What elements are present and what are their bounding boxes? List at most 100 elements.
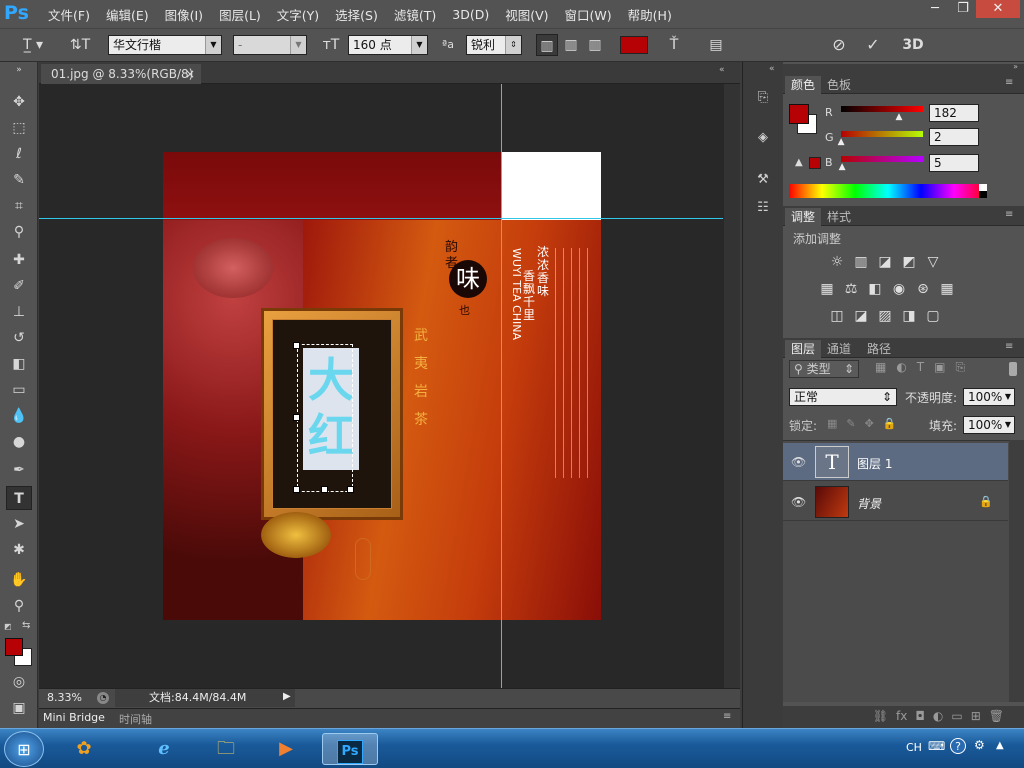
menu-filter[interactable]: 滤镜(T) (386, 5, 444, 24)
foreground-color-swatch[interactable] (5, 638, 23, 656)
eye-icon[interactable]: 👁 (791, 455, 806, 469)
3d-mode-button[interactable]: 3D (898, 34, 928, 56)
close-tab-icon[interactable]: × (185, 64, 195, 84)
dodge-tool-icon[interactable]: ● (6, 430, 32, 454)
g-input[interactable]: 2 (929, 128, 979, 146)
hand-tool-icon[interactable]: ✋ (6, 568, 32, 592)
path-select-tool-icon[interactable]: ➤ (6, 512, 32, 536)
layers-scrollbar[interactable] (1009, 440, 1024, 702)
gradient-map-icon[interactable]: ▢ (923, 307, 943, 325)
font-family-select[interactable]: 华文行楷 ▼ (108, 35, 222, 55)
levels-icon[interactable]: ▥ (851, 253, 871, 271)
filter-toggle[interactable] (1009, 362, 1017, 376)
quick-mask-icon[interactable]: ◎ (6, 670, 32, 694)
3d-panel-icon[interactable]: ◈ (749, 126, 777, 150)
exposure-icon[interactable]: ◩ (899, 253, 919, 271)
adjustment-layer-icon[interactable]: ◐ (933, 709, 943, 728)
play-arrow-icon[interactable]: ▶ (283, 691, 291, 702)
b-slider[interactable] (841, 156, 923, 162)
r-slider[interactable] (841, 106, 923, 112)
new-group-icon[interactable]: ▭ (951, 709, 962, 728)
add-mask-icon[interactable]: ◘ (915, 709, 925, 728)
vertical-scrollbar[interactable] (724, 84, 740, 688)
text-orientation-icon[interactable]: ⇅T (68, 34, 92, 56)
black-white-icon[interactable]: ◧ (865, 280, 885, 298)
clone-stamp-tool-icon[interactable]: ⊥ (6, 300, 32, 324)
type-tool-icon[interactable]: T (6, 486, 32, 510)
help-icon[interactable]: ? (950, 738, 966, 754)
r-slider-knob[interactable]: ▲ (896, 112, 903, 122)
antialias-select[interactable]: 锐利 ⇕ (466, 35, 522, 55)
status-info-icon[interactable]: ◔ (97, 692, 109, 704)
layer-name[interactable]: 图层 1 (857, 455, 892, 472)
layer-row[interactable]: 👁 背景 🔒 (783, 483, 1008, 521)
panel-menu-icon[interactable]: ≡ (1005, 341, 1013, 352)
blur-tool-icon[interactable]: 💧 (6, 404, 32, 428)
default-colors-icon[interactable]: ◩ (4, 622, 16, 632)
align-center-icon[interactable]: ▥ (560, 34, 582, 56)
new-layer-icon[interactable]: ⊞ (971, 709, 981, 728)
transform-handle[interactable] (293, 342, 300, 349)
brightness-icon[interactable]: ☼ (827, 253, 847, 271)
transform-handle[interactable] (347, 486, 354, 493)
blend-mode-select[interactable]: 正常 ⇕ (789, 388, 897, 406)
menu-image[interactable]: 图像(I) (157, 5, 211, 24)
cancel-icon[interactable]: ⊘ (826, 34, 852, 56)
canvas-area[interactable]: 大红 武夷岩茶 韵者 味 也 浓浓香味 香飘千里 WUYI TEA CHINA (39, 84, 740, 688)
ramp-white[interactable] (979, 184, 987, 191)
properties-icon[interactable]: ☷ (749, 196, 777, 220)
hue-saturation-icon[interactable]: ▦ (817, 280, 837, 298)
explorer-folder-icon[interactable]: 🗀 (204, 733, 248, 765)
opacity-input[interactable]: 100% ▼ (963, 388, 1015, 406)
menu-window[interactable]: 窗口(W) (557, 5, 620, 24)
marquee-tool-icon[interactable]: ⬚ (6, 116, 32, 140)
tab-paths[interactable]: 路径 (861, 340, 897, 358)
b-slider-knob[interactable]: ▲ (839, 162, 846, 172)
screen-mode-icon[interactable]: ▣ (6, 696, 32, 720)
link-layers-icon[interactable]: ⛓ (873, 709, 888, 728)
eraser-tool-icon[interactable]: ◧ (6, 352, 32, 376)
warp-text-icon[interactable]: Ť (662, 34, 686, 56)
expand-icon[interactable]: « (769, 64, 775, 74)
crop-tool-icon[interactable]: ⌗ (6, 194, 32, 218)
brush-tool-icon[interactable]: ✐ (6, 274, 32, 298)
keyboard-icon[interactable]: ⌨ (928, 739, 945, 753)
photoshop-taskbar-button[interactable]: Ps (322, 733, 378, 765)
settings-icon[interactable]: ⚙ (974, 738, 985, 752)
menu-3d[interactable]: 3D(D) (444, 7, 497, 22)
align-right-icon[interactable]: ▥ (584, 34, 606, 56)
vertical-guide[interactable] (501, 84, 502, 688)
g-slider[interactable] (841, 131, 923, 137)
menu-view[interactable]: 视图(V) (497, 5, 556, 24)
lock-icons[interactable]: ▦✎✥🔒 (827, 417, 906, 430)
invert-icon[interactable]: ◫ (827, 307, 847, 325)
history-brush-tool-icon[interactable]: ↺ (6, 326, 32, 350)
text-color-swatch[interactable] (620, 36, 648, 54)
fill-input[interactable]: 100% ▼ (963, 416, 1015, 434)
collapse-icon[interactable]: » (1013, 62, 1018, 71)
eyedropper-tool-icon[interactable]: ⚲ (6, 220, 32, 244)
color-balance-icon[interactable]: ⚖ (841, 280, 861, 298)
tab-mini-bridge[interactable]: Mini Bridge (43, 711, 105, 724)
fg-color-box[interactable] (789, 104, 809, 124)
tab-styles[interactable]: 样式 (821, 208, 857, 226)
tab-layers[interactable]: 图层 (785, 340, 822, 358)
zoom-level[interactable]: 8.33% (47, 691, 82, 704)
gamut-swatch[interactable] (809, 157, 821, 169)
zoom-tool-icon[interactable]: ⚲ (6, 594, 32, 618)
text-bounding-box[interactable] (297, 344, 353, 492)
show-hidden-icons-icon[interactable]: ▲ (996, 740, 1004, 751)
tab-timeline[interactable]: 时间轴 (119, 711, 152, 727)
menu-file[interactable]: 文件(F) (40, 5, 98, 24)
menu-edit[interactable]: 编辑(E) (98, 5, 157, 24)
close-button[interactable]: ✕ (976, 0, 1020, 18)
tab-adjustments[interactable]: 调整 (785, 208, 822, 226)
collapse-icon[interactable]: » (6, 64, 32, 76)
pen-tool-icon[interactable]: ✒ (6, 458, 32, 482)
lasso-tool-icon[interactable]: ℓ (6, 142, 32, 166)
collapse-icon[interactable]: « (719, 65, 725, 75)
posterize-icon[interactable]: ◪ (851, 307, 871, 325)
transform-handle[interactable] (293, 414, 300, 421)
healing-brush-tool-icon[interactable]: ✚ (6, 248, 32, 272)
layer-filter-icons[interactable]: ▦◐T▣⎘ (875, 360, 975, 375)
